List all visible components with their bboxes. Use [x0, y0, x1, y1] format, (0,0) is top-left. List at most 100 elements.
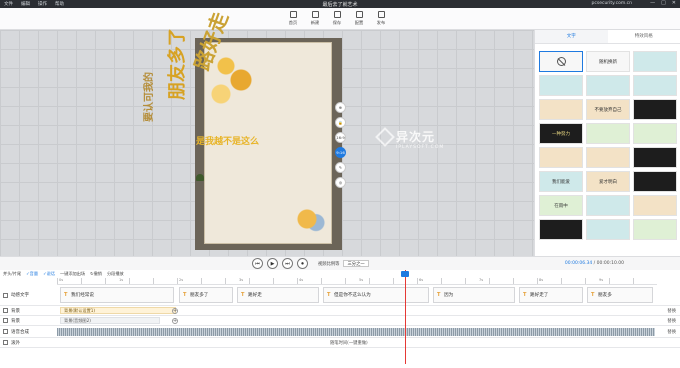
style-item[interactable] [633, 99, 677, 120]
app-title: 最后去了就艺术 [322, 2, 358, 8]
segment-play-button[interactable]: 分段播放 [107, 271, 124, 277]
zoom-icon[interactable]: ⊕ [335, 102, 346, 113]
tab-effect-style[interactable]: 特效风格 [608, 30, 680, 43]
add-entrance-button[interactable]: 一键添加出场 [60, 271, 85, 277]
style-item[interactable] [539, 147, 583, 168]
text-clip-icon: T [183, 292, 187, 298]
speech-toggle[interactable]: ✓说话 [43, 271, 55, 277]
new-button[interactable]: 新建 [308, 11, 322, 26]
text-clip[interactable]: T 朋友多了 [179, 287, 233, 303]
style-item[interactable] [633, 75, 677, 96]
account-label: pcsecurity.com.cn [591, 1, 632, 6]
replace-button[interactable]: 替换 [667, 316, 676, 325]
tab-text[interactable]: 文字 [535, 30, 608, 43]
kinetic-text-1[interactable]: 是我越不是这么 [196, 134, 259, 147]
style-panel: 文字 特效风格 随机换新 不要放弃自己 一种努力 我们能爱 爱才明白 在雨中 [534, 30, 680, 256]
window-controls: — □ ✕ [650, 0, 676, 6]
style-item[interactable]: 在雨中 [539, 195, 583, 216]
replace-button[interactable]: 替换 [667, 326, 676, 337]
add-icon[interactable]: + [172, 308, 178, 314]
track-icon [3, 340, 8, 345]
track-voice: 语音合成 替换 [0, 326, 680, 338]
intro-outro-button[interactable]: 并头/片尾 [3, 271, 21, 277]
title-bar: 文件 编辑 操作 帮助 最后去了就艺术 pcsecurity.com.cn — … [0, 0, 680, 8]
timecode-total: 00:00:10.00 [596, 261, 624, 266]
text-clip[interactable]: T 路好走了 [519, 287, 583, 303]
lock-icon[interactable]: 🔒 [335, 117, 346, 128]
play-button[interactable]: ▶ [267, 258, 278, 269]
style-item[interactable]: 爱才明白 [586, 171, 630, 192]
kinetic-text-3[interactable]: 要认可我的 [140, 72, 155, 122]
text-clip[interactable]: T 朋友多 [587, 287, 653, 303]
style-item[interactable] [633, 171, 677, 192]
background-clip[interactable]: 背景(默认设置1) [60, 307, 176, 314]
text-clip[interactable]: T 因为 [433, 287, 515, 303]
save-button[interactable]: 保存 [330, 11, 344, 26]
settings-button[interactable]: 配置 [352, 11, 366, 26]
style-item[interactable] [633, 147, 677, 168]
new-icon [311, 11, 319, 18]
style-random[interactable]: 随机换新 [586, 51, 630, 72]
target-icon[interactable]: ◎ [335, 177, 346, 188]
footer-hint[interactable]: 随笔时间(一键重做) [330, 340, 368, 346]
track-icon [3, 292, 8, 298]
time-ruler[interactable]: 0s 1s 2s 3s 4s 5s 6s 7s 8s 9s [57, 278, 657, 285]
maximize-button[interactable]: □ [661, 0, 666, 6]
undo-button[interactable]: ↻撤销 [90, 271, 102, 277]
timeline-toolbar: 并头/片尾 ✓音量 ✓说话 一键添加出场 ↻撤销 分段播放 [0, 270, 680, 278]
style-item[interactable] [633, 219, 677, 240]
add-icon[interactable]: + [172, 318, 178, 324]
style-item[interactable] [633, 195, 677, 216]
ratio-label: 视频比例等 [318, 261, 340, 267]
style-item[interactable] [586, 147, 630, 168]
track-footer: 滚外 随笔时间(一键重做) [0, 338, 680, 348]
ratio-9-16-button[interactable]: 9:16 [335, 147, 346, 158]
volume-toggle[interactable]: ✓音量 [26, 271, 38, 277]
text-clip-icon: T [437, 292, 441, 298]
style-item[interactable]: 一种努力 [539, 123, 583, 144]
home-button[interactable]: 首页 [286, 11, 300, 26]
track-icon [3, 318, 8, 323]
save-icon [333, 11, 341, 18]
style-item[interactable]: 不要放弃自己 [586, 99, 630, 120]
close-button[interactable]: ✕ [672, 0, 676, 6]
style-grid: 随机换新 不要放弃自己 一种努力 我们能爱 爱才明白 在雨中 [539, 51, 677, 240]
track-icon [3, 329, 8, 334]
text-clip-icon: T [523, 292, 527, 298]
timecode: 00:00:06.34 / 00:00:10.00 [564, 261, 624, 266]
text-clip[interactable]: T 我们经常说 [60, 287, 174, 303]
text-clip-icon: T [64, 292, 68, 298]
canvas-area[interactable]: 是我越不是这么 朋友多了 要认可我的 路好走 ⊕ 🔒 16:9 9:16 ✎ ◎… [0, 9, 534, 256]
style-item[interactable] [633, 123, 677, 144]
style-item[interactable] [586, 195, 630, 216]
text-clip[interactable]: T 路好走 [237, 287, 319, 303]
audio-waveform[interactable] [57, 328, 655, 336]
watermark: 异次元 IPLAYSOFT.COM [375, 127, 444, 150]
playhead-handle[interactable] [401, 271, 409, 277]
track-background: 背景 背景(默认设置1) + 替换 [0, 306, 680, 316]
background-image-clip[interactable]: 背景(音频图2) [60, 317, 160, 324]
style-item[interactable] [586, 123, 630, 144]
text-clip-icon: T [591, 292, 595, 298]
next-button[interactable]: ⏭ [282, 258, 293, 269]
style-item[interactable] [539, 99, 583, 120]
timecode-current: 00:00:06.34 [564, 261, 593, 266]
ratio-16-9-button[interactable]: 16:9 [335, 132, 346, 143]
replace-button[interactable]: 替换 [667, 306, 676, 315]
text-clip[interactable]: T 但是你不这么认为 [323, 287, 429, 303]
playhead[interactable] [405, 270, 406, 364]
edit-icon[interactable]: ✎ [335, 162, 346, 173]
style-item[interactable] [586, 75, 630, 96]
style-item[interactable] [633, 51, 677, 72]
style-item[interactable] [539, 219, 583, 240]
style-none[interactable] [539, 51, 583, 72]
style-item[interactable] [539, 75, 583, 96]
publish-button[interactable]: 发布 [374, 11, 388, 26]
style-item[interactable] [586, 219, 630, 240]
minimize-button[interactable]: — [650, 0, 655, 6]
style-item[interactable]: 我们能爱 [539, 171, 583, 192]
ratio-select[interactable]: 三分之一 [343, 260, 369, 267]
prev-button[interactable]: ⏮ [252, 258, 263, 269]
record-button[interactable]: ⏺ [297, 258, 308, 269]
playbar: ⏮ ▶ ⏭ ⏺ 视频比例等 三分之一 00:00:06.34 / 00:00:1… [0, 256, 680, 270]
